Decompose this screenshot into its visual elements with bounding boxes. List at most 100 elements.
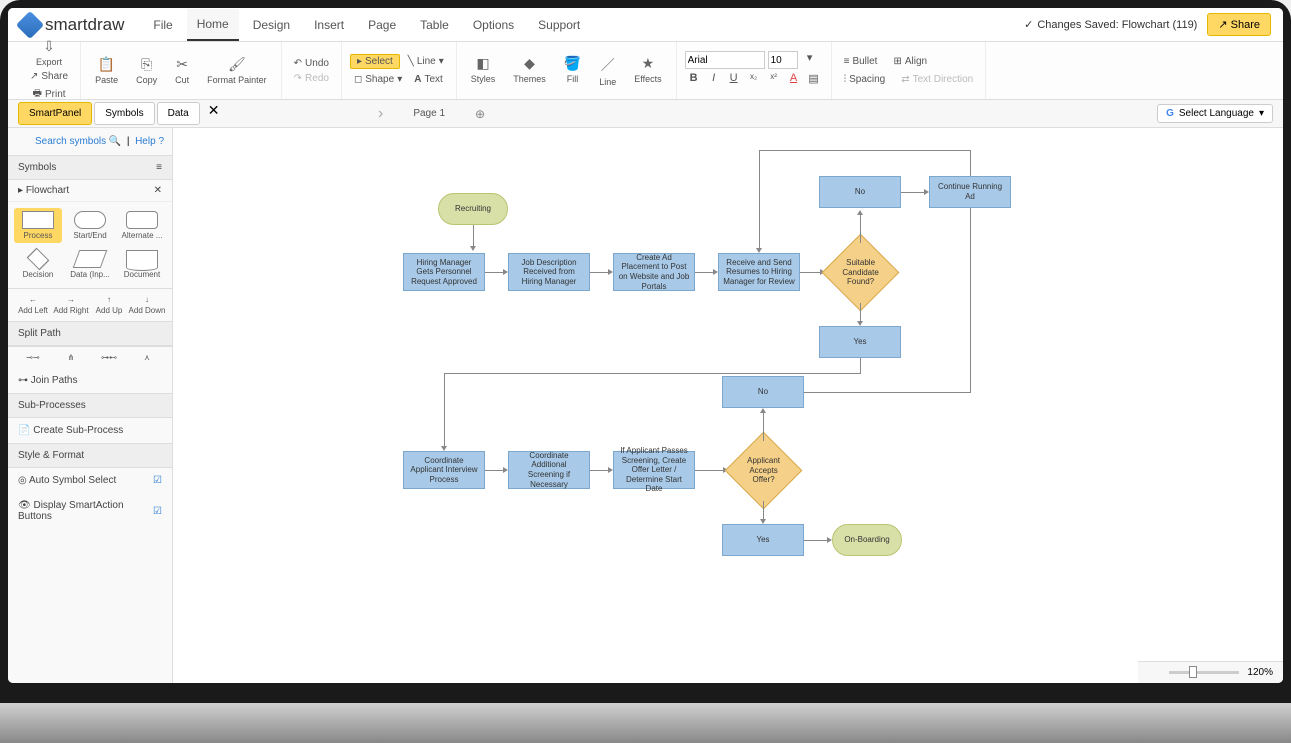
shape-tool[interactable]: ◻ Shape ▾ xyxy=(350,72,406,87)
tab-symbols[interactable]: Symbols xyxy=(94,102,154,125)
node-no-1[interactable]: No xyxy=(819,176,901,208)
zoom-slider[interactable] xyxy=(1169,671,1239,674)
join-paths-button[interactable]: ⊶ Join Paths xyxy=(8,368,172,393)
share-button[interactable]: ↗ Share xyxy=(1207,13,1271,36)
styles-icon: ◧ xyxy=(476,55,489,72)
node-recruiting[interactable]: Recruiting xyxy=(438,193,508,225)
node-receive-resumes[interactable]: Receive and Send Resumes to Hiring Manag… xyxy=(718,253,800,291)
node-offer-letter[interactable]: If Applicant Passes Screening, Create Of… xyxy=(613,451,695,489)
paste-button[interactable]: 📋Paste xyxy=(89,54,124,87)
styles-button[interactable]: ◧Styles xyxy=(465,53,502,89)
menu-home[interactable]: Home xyxy=(187,9,239,41)
add-down-button[interactable]: ↓Add Down xyxy=(128,295,166,315)
effects-button[interactable]: ★Effects xyxy=(628,53,667,89)
select-tool[interactable]: ▸ Select xyxy=(350,54,400,69)
font-select[interactable] xyxy=(685,51,765,69)
language-select[interactable]: G Select Language ▾ xyxy=(1157,104,1273,123)
line-style-button[interactable]: ／Line xyxy=(593,53,622,89)
bullet-button[interactable]: ≡ Bullet xyxy=(840,54,882,69)
highlight-button[interactable]: ▤ xyxy=(805,72,823,90)
align-button[interactable]: ⊞ Align xyxy=(889,54,931,69)
node-accepts-offer[interactable]: Applicant Accepts Offer? xyxy=(725,432,803,510)
create-sub-process-button[interactable]: 📄 Create Sub-Process xyxy=(8,418,172,443)
tab-smartpanel[interactable]: SmartPanel xyxy=(18,102,92,125)
bold-button[interactable]: B xyxy=(685,72,703,90)
themes-icon: ◆ xyxy=(524,55,535,72)
node-create-ad[interactable]: Create Ad Placement to Post on Website a… xyxy=(613,253,695,291)
subscript-button[interactable]: x₂ xyxy=(745,72,763,90)
text-direction-button[interactable]: ⇄ Text Direction xyxy=(897,72,977,87)
split-1[interactable]: ⊸⊸ xyxy=(14,353,52,362)
app-name: smartdraw xyxy=(45,15,124,35)
add-page-button[interactable]: ⊕ xyxy=(475,107,485,121)
close-icon[interactable]: ✕ xyxy=(154,185,162,196)
node-candidate-found[interactable]: Suitable Candidate Found? xyxy=(822,234,900,312)
node-yes-1[interactable]: Yes xyxy=(819,326,901,358)
undo-button[interactable]: ↶ Undo xyxy=(290,56,333,71)
auto-symbol-toggle[interactable]: ◎ Auto Symbol Select☑ xyxy=(8,468,172,493)
copy-button[interactable]: ⎘Copy xyxy=(130,54,163,87)
display-smartaction-toggle[interactable]: 👁 Display SmartAction Buttons☑ xyxy=(8,493,172,529)
tab-data[interactable]: Data xyxy=(157,102,200,125)
cut-button[interactable]: ✂Cut xyxy=(169,54,195,87)
menu-insert[interactable]: Insert xyxy=(304,10,354,40)
add-up-button[interactable]: ↑Add Up xyxy=(90,295,128,315)
node-onboarding[interactable]: On-Boarding xyxy=(832,524,902,556)
symbol-process[interactable]: Process xyxy=(14,208,62,243)
help-link[interactable]: Help ? xyxy=(135,136,164,147)
zoom-bar: 120% xyxy=(1138,661,1283,683)
node-screening[interactable]: Coordinate Additional Screening if Neces… xyxy=(508,451,590,489)
font-color-button[interactable]: A xyxy=(785,72,803,90)
symbol-startend[interactable]: Start/End xyxy=(66,208,114,243)
node-job-description[interactable]: Job Description Received from Hiring Man… xyxy=(508,253,590,291)
menu-design[interactable]: Design xyxy=(243,10,300,40)
node-hiring-approved[interactable]: Hiring Manager Gets Personnel Request Ap… xyxy=(403,253,485,291)
underline-button[interactable]: U xyxy=(725,72,743,90)
share-mini-button[interactable]: ↗ Share xyxy=(26,69,72,84)
symbol-alternate[interactable]: Alternate ... xyxy=(118,208,166,243)
redo-button[interactable]: ↷ Redo xyxy=(290,71,333,86)
menu-options[interactable]: Options xyxy=(463,10,524,40)
arrow-left-icon: ← xyxy=(29,295,37,304)
split-3[interactable]: ⊶⊷ xyxy=(90,353,128,362)
symbols-header[interactable]: Symbols≡ xyxy=(8,155,172,180)
add-left-button[interactable]: ←Add Left xyxy=(14,295,52,315)
symbol-document[interactable]: Document xyxy=(118,247,166,282)
add-right-button[interactable]: →Add Right xyxy=(52,295,90,315)
font-dropdown[interactable]: ▾ xyxy=(801,51,819,69)
search-symbols-link[interactable]: Search symbols 🔍 xyxy=(35,136,121,147)
fill-button[interactable]: 🪣Fill xyxy=(558,53,587,89)
italic-button[interactable]: I xyxy=(705,72,723,90)
node-yes-2[interactable]: Yes xyxy=(722,524,804,556)
close-panel-button[interactable]: ✕ xyxy=(202,102,226,125)
canvas[interactable]: Recruiting Hiring Manager Gets Personnel… xyxy=(173,128,1283,683)
format-painter-button[interactable]: 🖌Format Painter xyxy=(201,54,273,87)
text-tool[interactable]: A Text xyxy=(410,72,447,87)
menu-support[interactable]: Support xyxy=(528,10,590,40)
node-continue-ad[interactable]: Continue Running Ad xyxy=(929,176,1011,208)
chevron-down-icon: ▾ xyxy=(1259,108,1264,119)
zoom-thumb[interactable] xyxy=(1189,666,1197,678)
ribbon: ⇩Export ↗ Share 🖶 Print 📋Paste ⎘Copy ✂Cu… xyxy=(8,42,1283,100)
line-tool[interactable]: ╲ Line ▾ xyxy=(404,54,448,69)
superscript-button[interactable]: x² xyxy=(765,72,783,90)
menu-file[interactable]: File xyxy=(143,10,182,40)
flowchart-header[interactable]: ▸ Flowchart✕ xyxy=(8,180,172,202)
spacing-button[interactable]: ⫶ Spacing xyxy=(840,72,890,87)
split2-icon: ⋔ xyxy=(68,353,75,362)
symbol-decision[interactable]: Decision xyxy=(14,247,62,282)
split-2[interactable]: ⋔ xyxy=(52,353,90,362)
prev-page[interactable]: › xyxy=(378,105,383,123)
menu-page[interactable]: Page xyxy=(358,10,406,40)
node-interview[interactable]: Coordinate Applicant Interview Process xyxy=(403,451,485,489)
arrow-up-icon: ↑ xyxy=(107,295,111,304)
node-no-2[interactable]: No xyxy=(722,376,804,408)
themes-button[interactable]: ◆Themes xyxy=(507,53,552,89)
cut-icon: ✂ xyxy=(176,56,188,73)
menu-table[interactable]: Table xyxy=(410,10,459,40)
page-tab-1[interactable]: Page 1 xyxy=(393,104,465,123)
symbol-data[interactable]: Data (Inp... xyxy=(66,247,114,282)
export-button[interactable]: ⇩Export xyxy=(30,36,68,69)
size-select[interactable] xyxy=(768,51,798,69)
split-4[interactable]: ⋏ xyxy=(128,353,166,362)
